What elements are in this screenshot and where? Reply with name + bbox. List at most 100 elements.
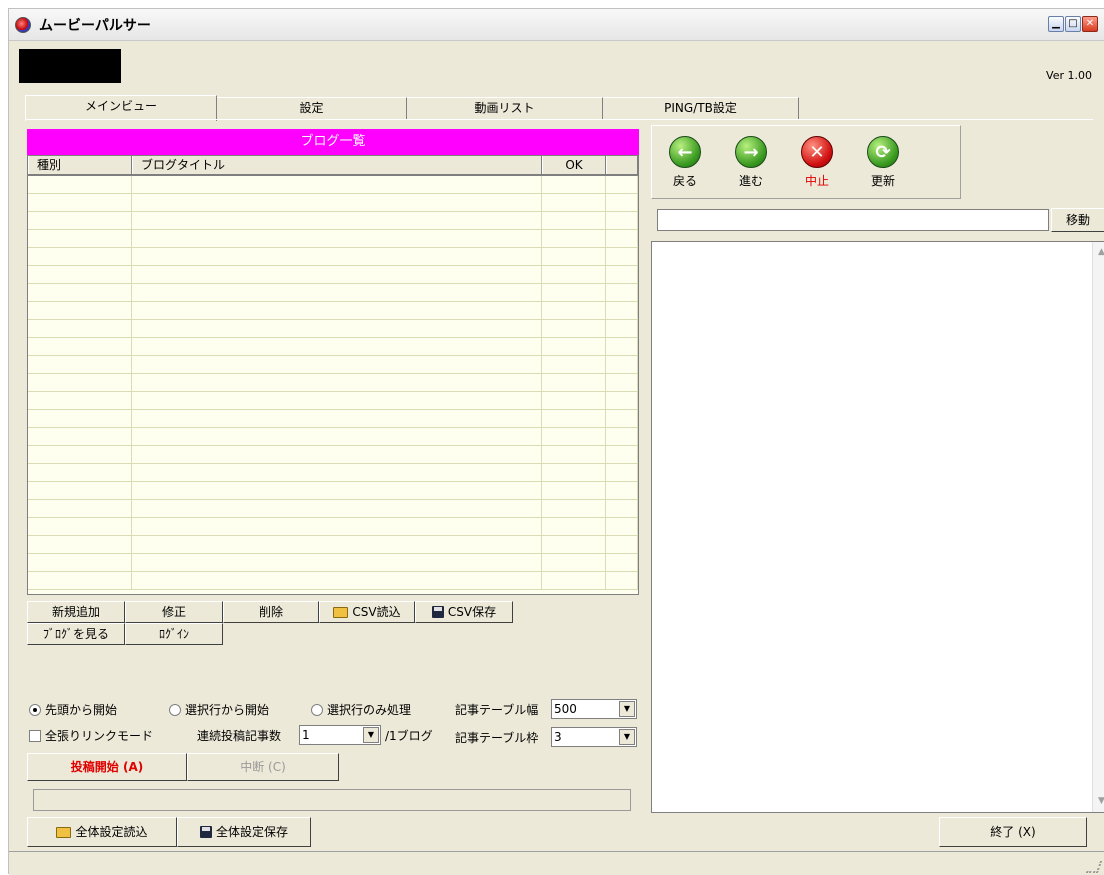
table-row[interactable]	[28, 428, 638, 446]
table-row[interactable]	[28, 410, 638, 428]
interrupt-button[interactable]: 中断 (C)	[187, 753, 339, 781]
table-row[interactable]	[28, 446, 638, 464]
table-cell	[542, 518, 606, 535]
table-cell	[132, 302, 542, 319]
start-selected-label: 選択行から開始	[185, 703, 270, 717]
scroll-up-icon[interactable]: ▲	[1095, 246, 1104, 259]
tab-ping-tb-settings[interactable]: PING/TB設定	[603, 97, 799, 119]
table-cell	[542, 248, 606, 265]
radio-start-selected[interactable]	[169, 703, 181, 716]
table-cell	[132, 356, 542, 373]
table-row[interactable]	[28, 536, 638, 554]
close-icon[interactable]: ✕	[1082, 16, 1098, 32]
chevron-down-icon[interactable]: ▼	[363, 727, 379, 743]
table-row[interactable]	[28, 194, 638, 212]
table-width-select[interactable]: 500 ▼	[551, 699, 637, 719]
consecutive-value: 1	[302, 728, 310, 742]
tab-divider	[25, 119, 1093, 120]
browser-view[interactable]: ▲ ▼	[651, 241, 1104, 813]
status-bar	[9, 851, 1104, 875]
table-row[interactable]	[28, 176, 638, 194]
load-all-settings-button[interactable]: 全体設定読込	[27, 817, 177, 847]
table-cell	[606, 500, 638, 517]
csv-save-button[interactable]: CSV保存	[415, 601, 513, 623]
selected-only-option[interactable]: 選択行のみ処理	[311, 701, 411, 718]
stop-button[interactable]: ✕ 中止	[784, 126, 850, 198]
table-cell	[606, 464, 638, 481]
table-row[interactable]	[28, 248, 638, 266]
forward-button[interactable]: → 進む	[718, 126, 784, 198]
tab-settings[interactable]: 設定	[217, 97, 407, 119]
table-row[interactable]	[28, 230, 638, 248]
load-all-label: 全体設定読込	[75, 825, 148, 839]
table-row[interactable]	[28, 518, 638, 536]
table-cell	[132, 194, 542, 211]
exit-button[interactable]: 終了 (X)	[939, 817, 1087, 847]
table-cell	[28, 536, 132, 553]
table-border-label: 記事テーブル枠	[455, 731, 539, 745]
table-cell	[542, 392, 606, 409]
url-input[interactable]	[657, 209, 1049, 231]
maximize-icon[interactable]: □	[1065, 16, 1081, 32]
table-row[interactable]	[28, 482, 638, 500]
minimize-icon[interactable]: ▁	[1048, 16, 1064, 32]
window-title: ムービーパルサー	[39, 17, 151, 34]
resize-grip-icon[interactable]	[1085, 861, 1103, 873]
table-border-select[interactable]: 3 ▼	[551, 727, 637, 747]
browser-scrollbar[interactable]: ▲ ▼	[1092, 242, 1104, 812]
consecutive-count-select[interactable]: 1 ▼	[299, 725, 381, 745]
radio-start-top[interactable]	[29, 703, 41, 716]
table-row[interactable]	[28, 374, 638, 392]
table-cell	[606, 194, 638, 211]
chevron-down-icon[interactable]: ▼	[619, 729, 635, 745]
tab-video-list[interactable]: 動画リスト	[407, 97, 603, 119]
stop-x-icon: ✕	[801, 136, 833, 168]
table-row[interactable]	[28, 392, 638, 410]
go-button[interactable]: 移動	[1051, 208, 1104, 232]
all-link-mode-checkbox[interactable]	[29, 729, 41, 742]
table-cell	[132, 554, 542, 571]
all-link-mode-option[interactable]: 全張りリンクモード	[29, 727, 153, 744]
chevron-down-icon[interactable]: ▼	[619, 701, 635, 717]
edit-button[interactable]: 修正	[125, 601, 223, 623]
version-label: Ver 1.00	[1046, 69, 1092, 82]
blog-table-body	[28, 176, 638, 590]
table-row[interactable]	[28, 284, 638, 302]
table-row[interactable]	[28, 338, 638, 356]
refresh-button[interactable]: ⟳ 更新	[850, 126, 916, 198]
start-top-option[interactable]: 先頭から開始	[29, 701, 117, 718]
table-row[interactable]	[28, 554, 638, 572]
table-row[interactable]	[28, 500, 638, 518]
arrow-left-icon: ←	[669, 136, 701, 168]
csv-load-button[interactable]: CSV読込	[319, 601, 415, 623]
table-row[interactable]	[28, 212, 638, 230]
title-bar: ムービーパルサー ▁ □ ✕	[9, 9, 1104, 41]
table-cell	[542, 554, 606, 571]
tab-main-view[interactable]: メインビュー	[25, 95, 217, 121]
col-blog-title[interactable]: ブログタイトル	[132, 156, 542, 174]
view-blog-button[interactable]: ﾌﾞﾛｸﾞを見る	[27, 623, 125, 645]
back-button[interactable]: ← 戻る	[652, 126, 718, 198]
table-row[interactable]	[28, 320, 638, 338]
save-all-settings-button[interactable]: 全体設定保存	[177, 817, 311, 847]
col-type[interactable]: 種別	[28, 156, 132, 174]
table-row[interactable]	[28, 464, 638, 482]
table-row[interactable]	[28, 266, 638, 284]
table-row[interactable]	[28, 302, 638, 320]
table-cell	[28, 392, 132, 409]
post-start-button[interactable]: 投稿開始 (A)	[27, 753, 187, 781]
login-button[interactable]: ﾛｸﾞｲﾝ	[125, 623, 223, 645]
blog-table[interactable]: 種別 ブログタイトル OK	[27, 155, 639, 595]
table-cell	[542, 428, 606, 445]
col-extra[interactable]	[606, 156, 638, 174]
delete-button[interactable]: 削除	[223, 601, 319, 623]
radio-selected-only[interactable]	[311, 703, 323, 716]
add-button[interactable]: 新規追加	[27, 601, 125, 623]
table-row[interactable]	[28, 356, 638, 374]
col-ok[interactable]: OK	[542, 156, 606, 174]
scroll-down-icon[interactable]: ▼	[1095, 795, 1104, 808]
table-row[interactable]	[28, 572, 638, 590]
table-cell	[132, 176, 542, 193]
table-cell	[542, 284, 606, 301]
start-selected-option[interactable]: 選択行から開始	[169, 701, 269, 718]
